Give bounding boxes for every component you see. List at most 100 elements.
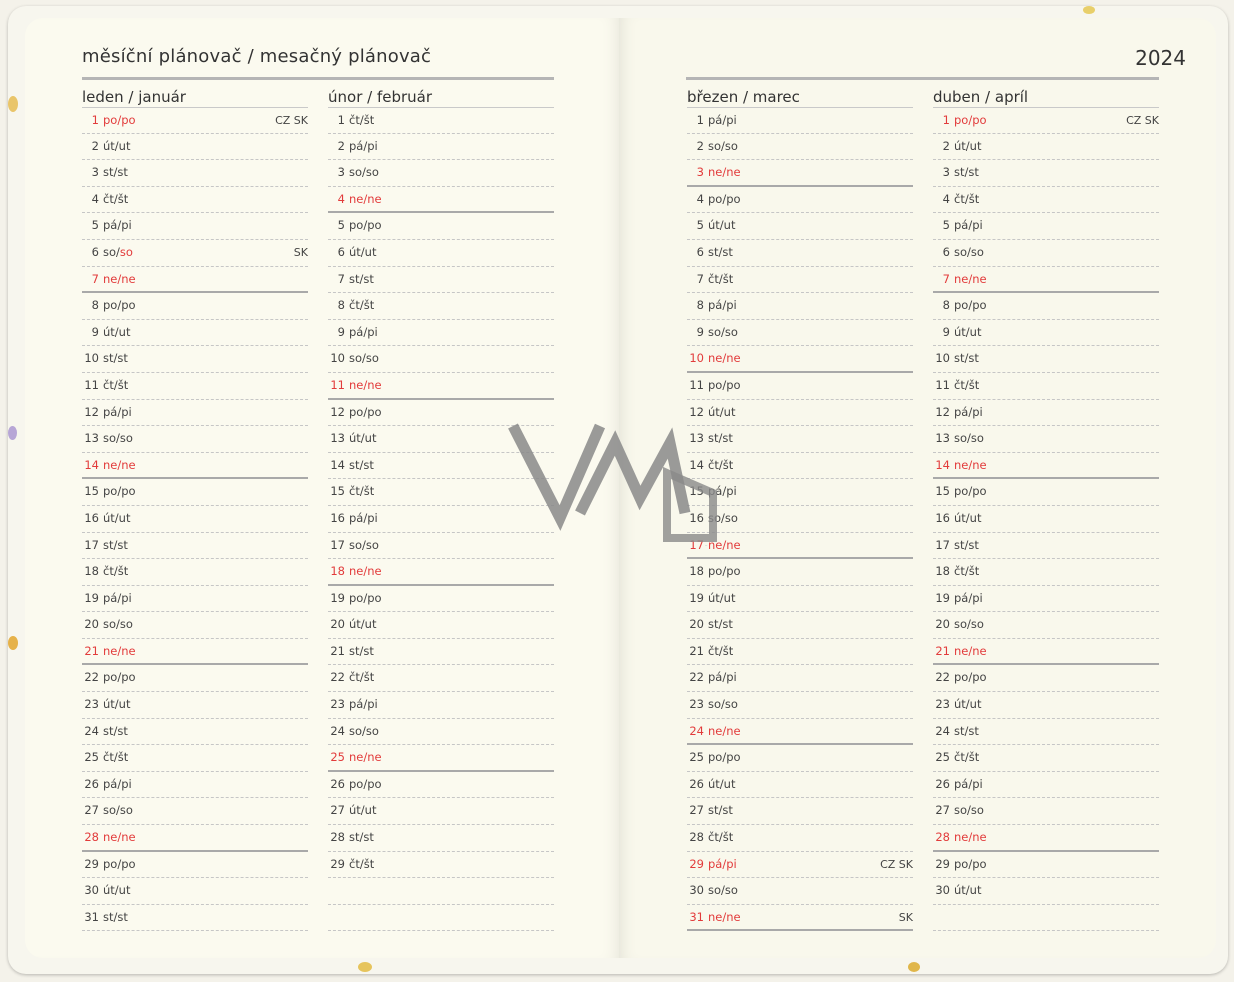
day-row[interactable]: 18 čt/št xyxy=(933,559,1159,586)
day-row[interactable]: 19 pá/pi xyxy=(82,586,308,613)
day-row[interactable]: 30 út/ut xyxy=(933,878,1159,905)
day-row[interactable]: 4 čt/št xyxy=(933,187,1159,214)
day-row[interactable]: 5 út/ut xyxy=(687,213,913,240)
day-row[interactable]: 11 ne/ne xyxy=(328,373,554,400)
day-row[interactable]: 21 st/st xyxy=(328,639,554,666)
day-row[interactable]: 11 čt/št xyxy=(82,373,308,400)
day-row[interactable]: 4 čt/št xyxy=(82,187,308,214)
day-row[interactable]: 24 ne/ne xyxy=(687,719,913,746)
day-row[interactable]: 30 so/so xyxy=(687,878,913,905)
day-row[interactable]: 28 ne/ne xyxy=(82,825,308,852)
day-row[interactable]: 13 so/so xyxy=(82,426,308,453)
day-row[interactable]: 1 po/po CZ SK xyxy=(82,107,308,134)
day-row[interactable]: 6 st/st xyxy=(687,240,913,267)
day-row[interactable]: 19 út/ut xyxy=(687,586,913,613)
day-row[interactable]: 21 ne/ne xyxy=(933,639,1159,666)
day-row[interactable]: 27 so/so xyxy=(82,798,308,826)
day-row[interactable]: 2 út/ut xyxy=(933,134,1159,161)
day-row[interactable]: 2 pá/pi xyxy=(328,134,554,161)
day-row[interactable]: 26 út/ut xyxy=(687,772,913,799)
day-row[interactable]: 7 čt/št xyxy=(687,267,913,294)
empty-day-row[interactable] xyxy=(328,905,554,932)
day-row[interactable]: 18 po/po xyxy=(687,559,913,586)
day-row[interactable]: 9 so/so xyxy=(687,320,913,347)
day-row[interactable]: 2 so/so xyxy=(687,134,913,161)
day-row[interactable]: 13 so/so xyxy=(933,426,1159,453)
day-row[interactable]: 18 čt/št xyxy=(82,559,308,586)
day-row[interactable]: 29 pá/pi CZ SK xyxy=(687,852,913,879)
day-row[interactable]: 22 po/po xyxy=(933,665,1159,693)
day-row[interactable]: 10 ne/ne xyxy=(687,346,913,373)
day-row[interactable]: 9 út/ut xyxy=(933,320,1159,347)
day-row[interactable]: 26 pá/pi xyxy=(82,772,308,799)
day-row[interactable]: 30 út/ut xyxy=(82,878,308,905)
day-row[interactable]: 16 út/ut xyxy=(82,506,308,533)
day-row[interactable]: 29 po/po xyxy=(933,852,1159,879)
day-row[interactable]: 28 st/st xyxy=(328,825,554,852)
day-row[interactable]: 2 út/ut xyxy=(82,134,308,161)
day-row[interactable]: 21 čt/št xyxy=(687,639,913,666)
day-row[interactable]: 24 st/st xyxy=(933,719,1159,746)
day-row[interactable]: 6 so/so SK xyxy=(82,240,308,267)
empty-day-row[interactable] xyxy=(933,905,1159,932)
day-row[interactable]: 25 čt/št xyxy=(82,745,308,772)
day-row[interactable]: 22 po/po xyxy=(82,665,308,693)
day-row[interactable]: 29 po/po xyxy=(82,852,308,879)
day-row[interactable]: 19 pá/pi xyxy=(933,586,1159,613)
day-row[interactable]: 10 st/st xyxy=(82,346,308,373)
day-row[interactable]: 26 po/po xyxy=(328,772,554,799)
day-row[interactable]: 26 pá/pi xyxy=(933,772,1159,799)
day-row[interactable]: 27 so/so xyxy=(933,798,1159,826)
day-row[interactable]: 20 so/so xyxy=(82,612,308,639)
day-row[interactable]: 28 ne/ne xyxy=(933,825,1159,852)
day-row[interactable]: 17 st/st xyxy=(933,533,1159,560)
day-row[interactable]: 20 út/ut xyxy=(328,612,554,639)
day-row[interactable]: 25 po/po xyxy=(687,745,913,772)
day-row[interactable]: 27 út/ut xyxy=(328,798,554,826)
day-row[interactable]: 12 pá/pi xyxy=(82,400,308,427)
day-row[interactable]: 11 čt/št xyxy=(933,373,1159,400)
day-row[interactable]: 18 ne/ne xyxy=(328,559,554,586)
day-row[interactable]: 3 so/so xyxy=(328,160,554,187)
day-row[interactable]: 31 st/st xyxy=(82,905,308,932)
day-row[interactable]: 8 po/po xyxy=(82,293,308,320)
day-row[interactable]: 5 pá/pi xyxy=(82,213,308,240)
day-row[interactable]: 6 út/ut xyxy=(328,240,554,267)
day-row[interactable]: 9 út/ut xyxy=(82,320,308,347)
day-row[interactable]: 23 út/ut xyxy=(82,692,308,719)
day-row[interactable]: 25 čt/št xyxy=(933,745,1159,772)
day-row[interactable]: 24 so/so xyxy=(328,719,554,746)
day-row[interactable]: 20 st/st xyxy=(687,612,913,639)
day-row[interactable]: 1 čt/št xyxy=(328,107,554,134)
day-row[interactable]: 17 st/st xyxy=(82,533,308,560)
day-row[interactable]: 8 po/po xyxy=(933,293,1159,320)
day-row[interactable]: 3 ne/ne xyxy=(687,160,913,187)
day-row[interactable]: 15 po/po xyxy=(933,479,1159,506)
day-row[interactable]: 25 ne/ne xyxy=(328,745,554,772)
day-row[interactable]: 9 pá/pi xyxy=(328,320,554,347)
day-row[interactable]: 7 ne/ne xyxy=(82,267,308,294)
day-row[interactable]: 23 út/ut xyxy=(933,692,1159,719)
day-row[interactable]: 8 čt/št xyxy=(328,293,554,320)
day-row[interactable]: 1 pá/pi xyxy=(687,107,913,134)
day-row[interactable]: 22 čt/št xyxy=(328,665,554,693)
day-row[interactable]: 14 ne/ne xyxy=(933,453,1159,480)
day-row[interactable]: 29 čt/št xyxy=(328,852,554,879)
day-row[interactable]: 10 so/so xyxy=(328,346,554,373)
day-row[interactable]: 21 ne/ne xyxy=(82,639,308,666)
day-row[interactable]: 31 ne/ne SK xyxy=(687,905,913,932)
day-row[interactable]: 1 po/po CZ SK xyxy=(933,107,1159,134)
day-row[interactable]: 7 ne/ne xyxy=(933,267,1159,294)
day-row[interactable]: 28 čt/št xyxy=(687,825,913,852)
day-row[interactable]: 23 pá/pi xyxy=(328,692,554,719)
day-row[interactable]: 14 ne/ne xyxy=(82,453,308,480)
day-row[interactable]: 5 pá/pi xyxy=(933,213,1159,240)
day-row[interactable]: 19 po/po xyxy=(328,586,554,613)
empty-day-row[interactable] xyxy=(328,878,554,905)
day-row[interactable]: 3 st/st xyxy=(933,160,1159,187)
day-row[interactable]: 7 st/st xyxy=(328,267,554,294)
day-row[interactable]: 10 st/st xyxy=(933,346,1159,373)
day-row[interactable]: 11 po/po xyxy=(687,373,913,400)
day-row[interactable]: 15 po/po xyxy=(82,479,308,506)
day-row[interactable]: 24 st/st xyxy=(82,719,308,746)
